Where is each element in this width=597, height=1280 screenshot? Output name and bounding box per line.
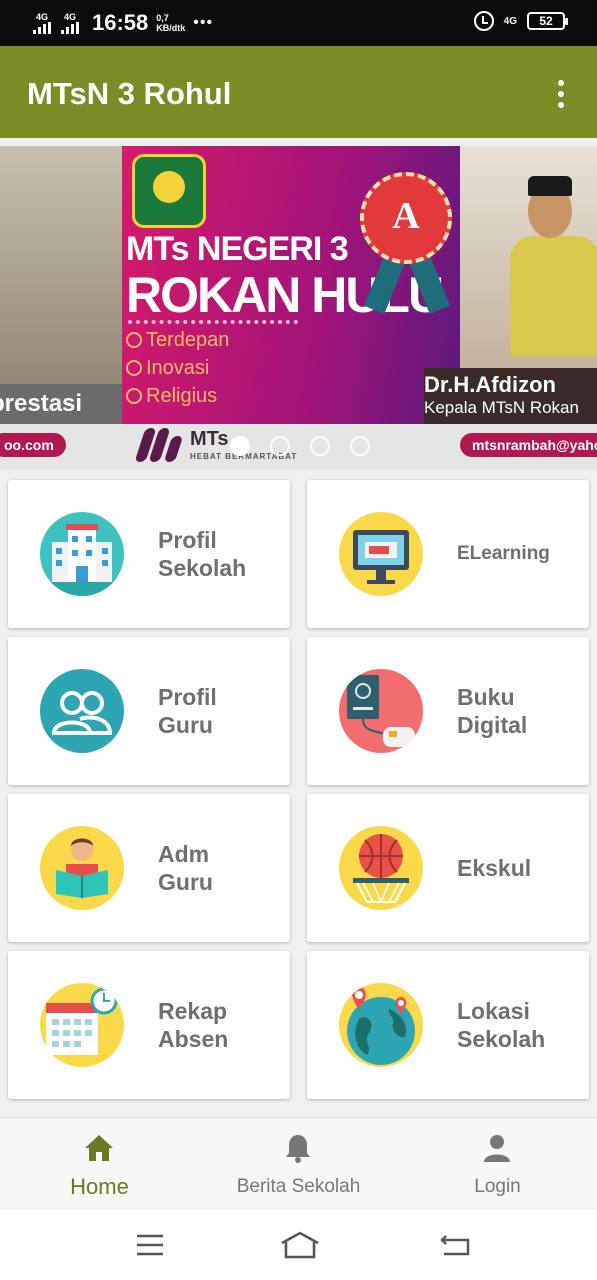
people-icon — [40, 669, 124, 753]
calendar-clock-icon — [40, 983, 124, 1067]
pager-dot[interactable] — [310, 436, 330, 456]
mts-logo-icon — [134, 428, 184, 464]
menu-card-label: Profil Guru — [158, 684, 217, 738]
menu-card-rekap-absen[interactable]: Rekap Absen — [8, 951, 290, 1099]
principal-avatar — [510, 176, 597, 356]
banner-heading-line1: MTs NEGERI 3 — [126, 230, 349, 268]
bell-icon — [286, 1135, 310, 1163]
ebook-icon — [339, 669, 423, 753]
banner-email-left: oo.com — [0, 433, 66, 457]
user-icon — [484, 1135, 510, 1162]
sim1-label: 4G — [35, 12, 48, 22]
banner-main-slide: MTs NEGERI 3 ROKAN HULU Terdepan Inovasi… — [122, 146, 460, 424]
teacher-reading-icon — [40, 826, 124, 910]
app-title: MTsN 3 Rohul — [27, 76, 232, 111]
nav-home[interactable]: Home — [0, 1118, 199, 1210]
check-circle-icon — [126, 360, 142, 376]
banner-slogans: Terdepan Inovasi Religius — [126, 326, 229, 410]
monitor-icon — [339, 512, 423, 596]
school-building-icon — [40, 512, 124, 596]
nav-berita-sekolah[interactable]: Berita Sekolah — [199, 1118, 398, 1210]
check-circle-icon — [126, 332, 142, 348]
accreditation-seal-icon: A — [360, 172, 452, 264]
sim2-label: 4G — [63, 12, 76, 22]
banner-left-photo: prestasi — [0, 146, 122, 424]
accreditation-grade: A — [392, 195, 420, 237]
menu-lines-icon[interactable] — [134, 1232, 166, 1258]
ministry-emblem-icon — [132, 154, 206, 228]
speed-value: 0,7 — [156, 13, 169, 23]
bottom-navigation: Home Berita Sekolah Login — [0, 1117, 597, 1209]
banner-divider — [128, 320, 298, 324]
nav-login[interactable]: Login — [398, 1118, 597, 1210]
menu-card-label: Buku Digital — [457, 684, 528, 738]
more-notifications: ••• — [193, 14, 214, 31]
network-speed: 0,7 KB/dtk — [156, 13, 185, 33]
menu-card-label: Rekap Absen — [158, 998, 229, 1052]
nav-home-label: Home — [70, 1174, 129, 1199]
speed-unit: KB/dtk — [156, 23, 186, 33]
principal-role: Kepala MTsN Rokan — [424, 398, 579, 417]
banner-email-right: mtsnrambah@yaho — [460, 433, 597, 457]
status-bar: 4G 4G 16:58 0,7 KB/dtk ••• 4G 52 — [0, 0, 597, 46]
signal-sim1-icon: 4G — [32, 12, 52, 34]
check-circle-icon — [126, 388, 142, 404]
battery-level: 52 — [539, 14, 553, 28]
menu-card-adm-guru[interactable]: Adm Guru — [8, 794, 290, 942]
menu-card-lokasi-sekolah[interactable]: Lokasi Sekolah — [307, 951, 589, 1099]
menu-card-label: Ekskul — [457, 855, 532, 881]
slogan-item: Inovasi — [126, 354, 229, 382]
globe-location-icon — [339, 983, 423, 1067]
banner-principal-photo: Dr.H.Afdizon Kepala MTsN Rokan — [424, 146, 597, 424]
banner-left-caption: prestasi — [0, 390, 83, 417]
menu-card-ekskul[interactable]: Ekskul — [307, 794, 589, 942]
system-navigation-bar — [0, 1210, 597, 1280]
basketball-icon — [339, 826, 423, 910]
menu-card-elearning[interactable]: ELearning — [307, 480, 589, 628]
banner-carousel[interactable]: prestasi MTs NEGERI 3 ROKAN HULU Terdepa… — [0, 146, 597, 470]
menu-card-profil-sekolah[interactable]: Profil Sekolah — [8, 480, 290, 628]
pager-dot-active[interactable] — [230, 436, 250, 456]
nav-berita-sekolah-label: Berita Sekolah — [236, 1176, 361, 1197]
menu-card-label: Lokasi Sekolah — [457, 998, 546, 1052]
nav-login-label: Login — [474, 1176, 521, 1197]
principal-name: Dr.H.Afdizon — [424, 372, 556, 397]
back-icon[interactable] — [438, 1232, 472, 1258]
home-icon — [85, 1135, 113, 1161]
clock: 16:58 — [92, 10, 149, 35]
menu-card-label: Profil Sekolah — [158, 527, 247, 581]
app-bar: MTsN 3 Rohul — [0, 46, 597, 138]
menu-card-buku-digital[interactable]: Buku Digital — [307, 637, 589, 785]
mts-logo-word: MTs — [190, 428, 229, 450]
menu-card-label: Adm Guru — [158, 841, 213, 895]
menu-card-profil-guru[interactable]: Profil Guru — [8, 637, 290, 785]
pager-dot[interactable] — [270, 436, 290, 456]
carousel-pager — [230, 436, 370, 456]
overflow-menu-icon[interactable] — [555, 80, 567, 108]
pager-dot[interactable] — [350, 436, 370, 456]
menu-card-label: ELearning — [457, 543, 550, 564]
slogan-item: Terdepan — [126, 326, 229, 354]
home-outline-icon[interactable] — [280, 1230, 320, 1260]
signal-sim2-icon: 4G — [60, 12, 80, 34]
network-type: 4G — [503, 15, 517, 27]
battery-icon: 52 — [527, 12, 568, 30]
slogan-item: Religius — [126, 382, 229, 410]
alarm-icon — [473, 11, 494, 31]
